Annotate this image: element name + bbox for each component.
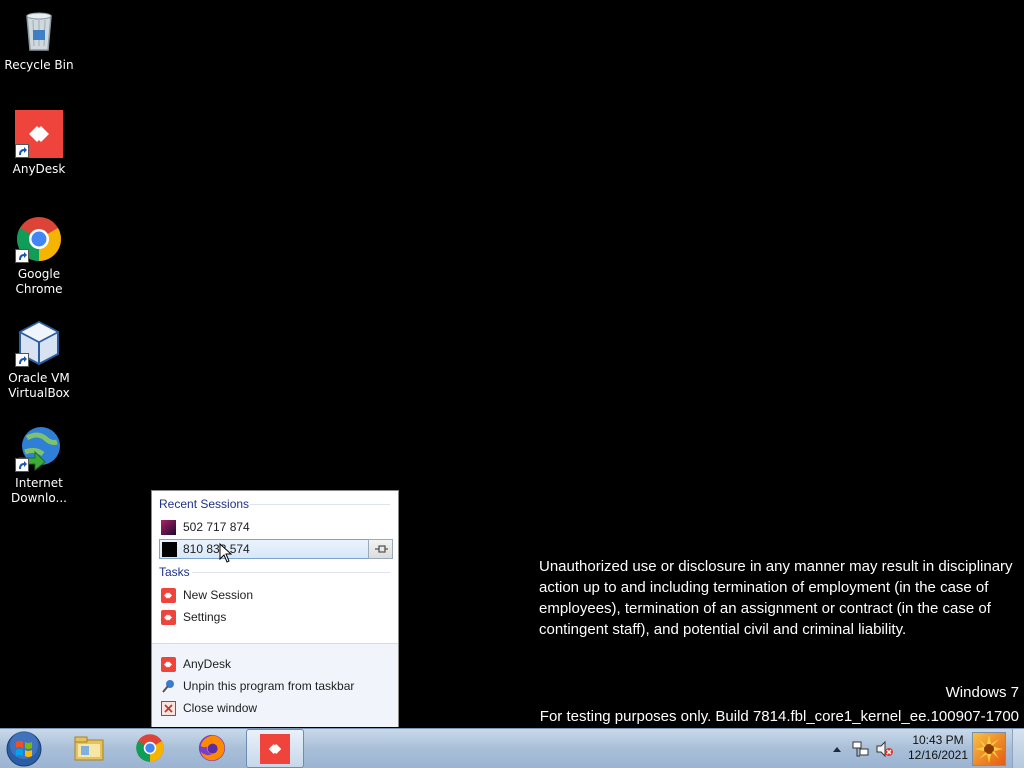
network-icon[interactable] xyxy=(852,740,870,758)
task-settings[interactable]: Settings xyxy=(158,607,392,627)
footer-item-label: Close window xyxy=(183,701,258,715)
legal-notice: Unauthorized use or disclosure in any ma… xyxy=(539,558,1013,638)
show-desktop-button[interactable] xyxy=(1012,729,1024,768)
internet-download-manager-icon xyxy=(15,424,63,472)
volume-muted-icon[interactable] xyxy=(876,740,894,758)
windows-version-label: Windows 7 xyxy=(945,684,1019,701)
anydesk-icon xyxy=(161,588,176,603)
recent-session-item[interactable]: 810 833 574 xyxy=(159,539,369,559)
desktop-icon-label: Internet Downlo... xyxy=(11,476,67,505)
footer-item-label: AnyDesk xyxy=(183,657,232,671)
taskbar-firefox-button[interactable] xyxy=(184,729,242,768)
taskbar-explorer-button[interactable] xyxy=(60,729,118,768)
jump-list-footer: AnyDesk Unpin this program from taskbar … xyxy=(152,643,398,727)
shortcut-arrow-icon xyxy=(15,353,29,367)
anydesk-icon xyxy=(161,657,176,672)
recent-sessions-header: Recent Sessions xyxy=(159,497,250,511)
chrome-icon xyxy=(15,215,63,263)
mouse-cursor-icon xyxy=(219,543,233,563)
clock-date: 12/16/2021 xyxy=(907,748,969,762)
user-avatar-thumbnail xyxy=(972,732,1006,766)
unpin-from-taskbar-item[interactable]: Unpin this program from taskbar xyxy=(158,676,392,696)
flower-icon xyxy=(975,735,1003,763)
virtualbox-icon xyxy=(15,319,63,367)
anydesk-icon xyxy=(260,734,290,764)
unpin-icon xyxy=(161,679,176,694)
header-divider xyxy=(250,504,390,505)
desktop-icon-recycle-bin[interactable]: Recycle Bin xyxy=(4,6,74,73)
firefox-icon xyxy=(198,734,226,762)
anydesk-icon xyxy=(161,610,176,625)
tasks-header: Tasks xyxy=(159,565,190,579)
recent-session-label: 810 833 574 xyxy=(183,542,250,556)
header-divider xyxy=(192,572,390,573)
start-button[interactable] xyxy=(6,731,42,767)
shortcut-arrow-icon xyxy=(15,249,29,263)
close-window-item[interactable]: Close window xyxy=(158,698,392,718)
desktop-icon-internet-download-manager[interactable]: Internet Downlo... xyxy=(4,424,74,506)
desktop-icon-label: Recycle Bin xyxy=(4,58,74,72)
shortcut-arrow-icon xyxy=(15,458,29,472)
anydesk-icon xyxy=(15,110,63,158)
close-icon xyxy=(161,701,176,716)
anydesk-jump-list: Recent Sessions 502 717 874 810 833 574 … xyxy=(151,490,399,727)
session-thumbnail-icon xyxy=(161,520,176,535)
desktop-icon-virtualbox[interactable]: Oracle VM VirtualBox xyxy=(4,319,74,401)
recent-session-item[interactable]: 502 717 874 xyxy=(158,517,392,537)
desktop-icon-label: Google Chrome xyxy=(15,267,63,296)
task-label: New Session xyxy=(183,588,254,602)
windows-logo-icon xyxy=(6,731,42,767)
pin-icon xyxy=(375,545,388,553)
clock[interactable]: 10:43 PM 12/16/2021 xyxy=(902,733,974,763)
system-tray: 10:43 PM 12/16/2021 xyxy=(826,729,1024,768)
pin-to-list-button[interactable] xyxy=(368,539,393,559)
desktop: Recycle Bin AnyDesk Google Chrome Oracle… xyxy=(0,0,1024,768)
task-label: Settings xyxy=(183,610,227,624)
recycle-bin-icon xyxy=(15,6,63,54)
taskbar-anydesk-button[interactable] xyxy=(246,729,304,768)
task-new-session[interactable]: New Session xyxy=(158,585,392,605)
shortcut-arrow-icon xyxy=(15,144,29,158)
taskbar-chrome-button[interactable] xyxy=(122,729,180,768)
taskbar: 10:43 PM 12/16/2021 xyxy=(0,728,1024,768)
build-label: For testing purposes only. Build 7814.fb… xyxy=(539,708,1019,725)
recent-session-label: 502 717 874 xyxy=(183,520,250,534)
session-thumbnail-icon xyxy=(162,542,177,557)
open-anydesk-item[interactable]: AnyDesk xyxy=(158,654,392,674)
chrome-icon xyxy=(136,734,164,762)
desktop-icon-anydesk[interactable]: AnyDesk xyxy=(4,110,74,177)
desktop-icon-label: AnyDesk xyxy=(12,162,66,176)
clock-time: 10:43 PM xyxy=(912,733,964,747)
show-hidden-icons-icon[interactable] xyxy=(832,745,842,753)
desktop-icon-label: Oracle VM VirtualBox xyxy=(8,371,70,400)
desktop-icon-google-chrome[interactable]: Google Chrome xyxy=(4,215,74,297)
footer-item-label: Unpin this program from taskbar xyxy=(183,679,355,693)
explorer-icon xyxy=(74,736,104,761)
